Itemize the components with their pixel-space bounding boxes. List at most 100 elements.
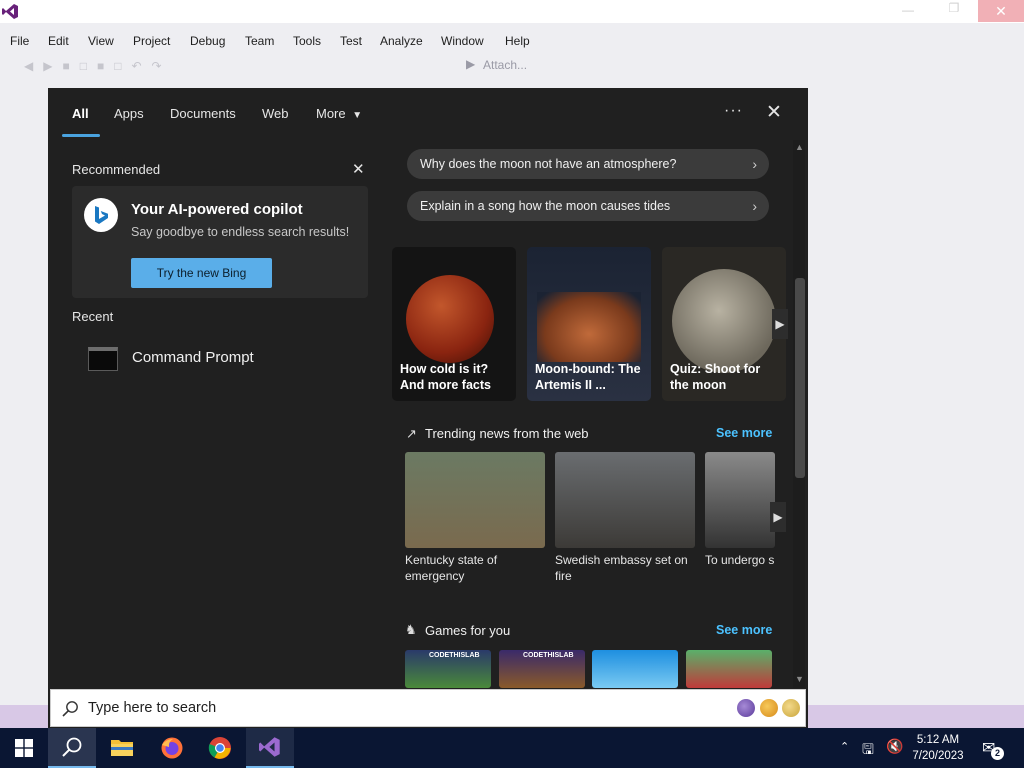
taskbar-clock[interactable]: 5:12 AM 7/20/2023 (902, 732, 974, 764)
news-image-flood[interactable] (405, 452, 545, 548)
clock-time: 5:12 AM (916, 734, 960, 746)
notification-count-badge: 2 (991, 747, 1004, 760)
scroll-down-icon[interactable]: ▼ (795, 674, 804, 684)
tab-more[interactable]: More ▼ (316, 106, 362, 121)
vs-title-bar: — ❐ ✕ (0, 0, 1024, 23)
astronauts-image (537, 292, 641, 362)
suggestion-1[interactable]: Why does the moon not have an atmosphere… (407, 149, 769, 179)
active-tab-indicator (62, 134, 100, 137)
network-icon[interactable]: 🖫 (862, 739, 874, 763)
bing-b-icon (95, 206, 108, 224)
attach-play-icon[interactable]: ▶ (466, 57, 475, 71)
card-caption: Quiz: Shoot for the moon (670, 362, 761, 392)
search-box[interactable]: Type here to search (50, 689, 806, 727)
game-thumb-4[interactable] (686, 650, 772, 688)
recommended-heading: Recommended (72, 162, 161, 177)
bing-logo-icon (84, 198, 118, 232)
visual-studio-taskbar-icon[interactable] (246, 728, 294, 768)
clock-date: 7/20/2023 (912, 750, 964, 762)
feature-card-moon-cold[interactable]: How cold is it? And more facts (392, 247, 516, 401)
news-next-arrow-icon[interactable]: ▶ (770, 502, 786, 532)
search-icon (62, 701, 78, 717)
menu-edit[interactable]: Edit (48, 34, 69, 48)
caret-down-icon: ▼ (352, 110, 363, 121)
folder-icon (111, 740, 133, 756)
tab-documents[interactable]: Documents (170, 106, 236, 121)
suggestion-text: Explain in a song how the moon causes ti… (420, 199, 671, 213)
news-caption[interactable]: To undergo su (705, 552, 775, 568)
search-panel: All Apps Documents Web More ▼ ··· ✕ Reco… (48, 88, 808, 728)
suggestion-2[interactable]: Explain in a song how the moon causes ti… (407, 191, 769, 221)
scroll-up-icon[interactable]: ▲ (795, 142, 804, 152)
search-icon (62, 737, 82, 757)
recent-item-label: Command Prompt (132, 349, 254, 366)
news-caption[interactable]: Swedish embassy set on fire (555, 552, 695, 584)
cards-next-arrow-icon[interactable]: ▶ (772, 309, 788, 339)
news-caption[interactable]: Kentucky state of emergency (405, 552, 545, 584)
firefox-icon (161, 737, 183, 759)
chrome-icon (208, 737, 231, 759)
game-thumb-2[interactable]: CODETHISLAB (499, 650, 585, 688)
news-image-partial[interactable] (705, 452, 775, 548)
vs-menu-bar: File Edit View Project Debug Team Tools … (0, 23, 1024, 89)
toolbar-buttons: ◀▶■□■□↶↷ (24, 59, 172, 73)
trending-arrow-icon: ↗ (406, 426, 417, 441)
minimize-button[interactable]: — (894, 3, 922, 19)
card-caption: Moon-bound: The Artemis II ... (535, 362, 641, 392)
scrollbar-thumb[interactable] (795, 278, 805, 478)
tab-more-label: More (316, 106, 346, 121)
firefox-taskbar-icon[interactable] (148, 728, 196, 768)
copilot-title: Your AI-powered copilot (131, 201, 303, 218)
menu-view[interactable]: View (88, 34, 114, 48)
card-caption: How cold is it? And more facts (400, 362, 491, 392)
menu-window[interactable]: Window (441, 34, 484, 48)
search-highlight-moon-gold-icon[interactable] (782, 699, 800, 717)
tab-apps[interactable]: Apps (114, 106, 144, 121)
close-window-button[interactable]: ✕ (978, 0, 1024, 22)
try-bing-button[interactable]: Try the new Bing (131, 258, 272, 288)
red-moon-image (406, 275, 494, 363)
search-highlight-moon-purple-icon[interactable] (737, 699, 755, 717)
menu-analyze[interactable]: Analyze (380, 34, 423, 48)
game-thumb-1[interactable]: CODETHISLAB (405, 650, 491, 688)
tab-all[interactable]: All (72, 106, 89, 121)
games-heading: Games for you (425, 623, 511, 638)
search-placeholder: Type here to search (88, 700, 217, 716)
trending-heading: Trending news from the web (425, 426, 589, 441)
chevron-right-icon: › (752, 156, 757, 172)
game-label: CODETHISLAB (523, 652, 574, 659)
search-highlight-moon-orange-icon[interactable] (760, 699, 778, 717)
windows-logo-icon (15, 739, 33, 757)
copilot-subtitle: Say goodbye to endless search results! (131, 225, 350, 239)
recent-item-command-prompt[interactable]: Command Prompt (78, 340, 368, 378)
notification-center-button[interactable]: ✉ 2 (982, 738, 1004, 760)
taskbar-search-button[interactable] (48, 728, 96, 768)
news-image-embassy[interactable] (555, 452, 695, 548)
menu-help[interactable]: Help (505, 34, 530, 48)
chevron-right-icon: › (752, 198, 757, 214)
menu-project[interactable]: Project (133, 34, 170, 48)
menu-tools[interactable]: Tools (293, 34, 321, 48)
trending-see-more-link[interactable]: See more (716, 426, 772, 440)
close-panel-icon[interactable]: ✕ (766, 101, 782, 124)
file-explorer-taskbar-icon[interactable] (98, 728, 146, 768)
more-options-icon[interactable]: ··· (724, 102, 743, 120)
menu-file[interactable]: File (10, 34, 29, 48)
feature-card-artemis[interactable]: Moon-bound: The Artemis II ... (527, 247, 651, 401)
dismiss-recommended-icon[interactable]: ✕ (352, 160, 365, 178)
chrome-taskbar-icon[interactable] (196, 728, 244, 768)
show-hidden-icons-chevron-icon[interactable]: ⌃ (840, 740, 849, 753)
menu-debug[interactable]: Debug (190, 34, 225, 48)
game-label: CODETHISLAB (429, 652, 480, 659)
feature-card-quiz[interactable]: Quiz: Shoot for the moon (662, 247, 786, 401)
attach-button[interactable]: Attach... (483, 58, 527, 72)
tab-web[interactable]: Web (262, 106, 289, 121)
games-see-more-link[interactable]: See more (716, 623, 772, 637)
menu-test[interactable]: Test (340, 34, 362, 48)
moon-tree-image (672, 269, 776, 373)
maximize-button[interactable]: ❐ (940, 1, 968, 19)
menu-team[interactable]: Team (245, 34, 274, 48)
volume-muted-icon[interactable]: 🔇 (886, 738, 903, 755)
start-button[interactable] (0, 728, 48, 768)
game-thumb-3[interactable] (592, 650, 678, 688)
